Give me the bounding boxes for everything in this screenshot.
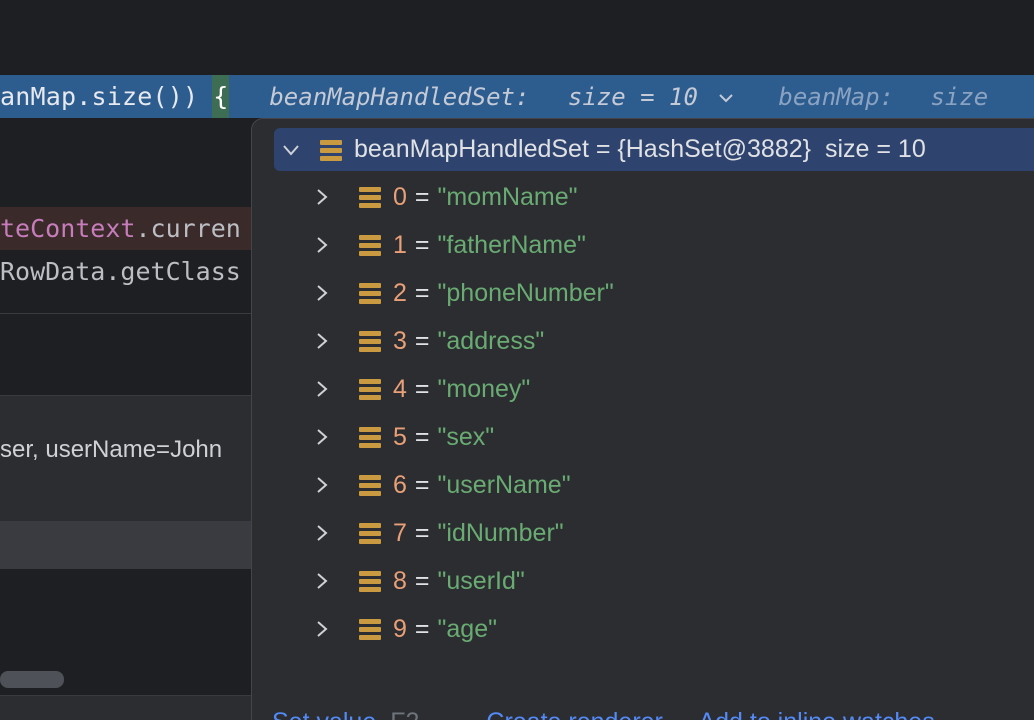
item-value: "userId" bbox=[437, 566, 525, 595]
item-index: 3 bbox=[393, 326, 407, 355]
tree-item-row[interactable]: 1 = "fatherName" bbox=[313, 221, 586, 269]
item-value: "idNumber" bbox=[437, 518, 564, 547]
hint-variable-name: beanMapHandledSet: bbox=[269, 82, 530, 111]
chevron-right-icon[interactable] bbox=[313, 380, 331, 398]
equals-sign: = bbox=[414, 614, 430, 643]
matching-brace: { bbox=[212, 75, 230, 118]
root-size: size = 10 bbox=[824, 135, 926, 163]
tool-panel bbox=[0, 313, 252, 396]
field-icon bbox=[359, 426, 381, 448]
tree-item-row[interactable]: 4 = "money" bbox=[313, 365, 530, 413]
item-value: "fatherName" bbox=[437, 230, 586, 259]
hint-value: size = 10 bbox=[567, 82, 698, 111]
item-value: "phoneNumber" bbox=[437, 278, 614, 307]
equals-sign: = bbox=[414, 470, 430, 499]
chevron-down-icon[interactable] bbox=[282, 141, 300, 159]
code-line: teContext.curren bbox=[0, 207, 252, 251]
chevron-right-icon[interactable] bbox=[313, 524, 331, 542]
hint-value: size bbox=[930, 82, 989, 111]
item-value: "sex" bbox=[437, 422, 495, 451]
field-icon bbox=[359, 522, 381, 544]
item-value: "age" bbox=[437, 614, 497, 643]
execution-point-line: anMap.size()) { beanMapHandledSet: size … bbox=[0, 75, 1034, 118]
chevron-right-icon[interactable] bbox=[313, 332, 331, 350]
field-icon bbox=[359, 186, 381, 208]
shortcut-hint: F2 bbox=[390, 708, 419, 720]
item-value: "userName" bbox=[437, 470, 571, 499]
inline-value-hint[interactable]: beanMap: size bbox=[778, 83, 988, 111]
field-icon bbox=[359, 234, 381, 256]
hint-variable-name: beanMap: bbox=[778, 82, 894, 111]
field-icon bbox=[359, 618, 381, 640]
equals-sign: = bbox=[414, 518, 430, 547]
chevron-right-icon[interactable] bbox=[313, 572, 331, 590]
tree-root-row[interactable]: beanMapHandledSet = {HashSet@3882} size … bbox=[274, 128, 1034, 171]
chevron-right-icon[interactable] bbox=[313, 236, 331, 254]
inline-value-hint[interactable]: beanMapHandledSet: size = 10 bbox=[269, 83, 734, 111]
code-identifier: teContext bbox=[0, 214, 136, 243]
field-icon bbox=[359, 378, 381, 400]
code-text: .curren bbox=[135, 214, 241, 243]
add-inline-watch-link[interactable]: Add to inline watches bbox=[698, 708, 934, 720]
item-index: 1 bbox=[393, 230, 407, 259]
chevron-right-icon[interactable] bbox=[313, 620, 331, 638]
tree-item-row[interactable]: 5 = "sex" bbox=[313, 413, 494, 461]
item-index: 9 bbox=[393, 614, 407, 643]
tree-item-row[interactable]: 2 = "phoneNumber" bbox=[313, 269, 614, 317]
tree-item-row[interactable]: 0 = "momName" bbox=[313, 173, 578, 221]
item-index: 0 bbox=[393, 182, 407, 211]
tree-item-row[interactable]: 3 = "address" bbox=[313, 317, 544, 365]
tree-item-row[interactable]: 6 = "userName" bbox=[313, 461, 571, 509]
horizontal-scrollbar[interactable] bbox=[0, 671, 64, 688]
item-index: 6 bbox=[393, 470, 407, 499]
field-icon bbox=[359, 282, 381, 304]
console-text: ser, userName=John bbox=[0, 436, 223, 463]
equals-sign: = bbox=[414, 566, 430, 595]
field-icon bbox=[359, 330, 381, 352]
item-index: 8 bbox=[393, 566, 407, 595]
item-index: 7 bbox=[393, 518, 407, 547]
equals-sign: = bbox=[414, 422, 430, 451]
popup-footer: Set valueF2 Create renderer Add to inlin… bbox=[272, 708, 965, 720]
item-value: "money" bbox=[437, 374, 531, 403]
item-index: 5 bbox=[393, 422, 407, 451]
equals-sign: = bbox=[414, 374, 430, 403]
item-value: "momName" bbox=[437, 182, 578, 211]
selected-row[interactable] bbox=[0, 521, 252, 569]
create-renderer-link[interactable]: Create renderer bbox=[486, 708, 662, 720]
status-strip bbox=[0, 695, 252, 720]
tree-item-row[interactable]: 9 = "age" bbox=[313, 605, 497, 653]
chevron-right-icon[interactable] bbox=[313, 284, 331, 302]
code-text: anMap.size()) bbox=[0, 82, 199, 111]
equals-sign: = bbox=[414, 326, 430, 355]
field-icon bbox=[359, 570, 381, 592]
tree-item-row[interactable]: 7 = "idNumber" bbox=[313, 509, 564, 557]
chevron-down-icon[interactable] bbox=[718, 91, 734, 105]
field-icon bbox=[320, 139, 342, 161]
tree-item-row[interactable]: 8 = "userId" bbox=[313, 557, 525, 605]
editor-area bbox=[0, 0, 1034, 75]
chevron-right-icon[interactable] bbox=[313, 476, 331, 494]
equals-sign: = bbox=[414, 182, 430, 211]
equals-sign: = bbox=[414, 230, 430, 259]
item-index: 2 bbox=[393, 278, 407, 307]
set-value-link[interactable]: Set valueF2 bbox=[272, 708, 449, 720]
root-label: beanMapHandledSet = {HashSet@3882} bbox=[354, 135, 811, 163]
console-output: ser, userName=John bbox=[0, 395, 252, 521]
code-line: RowData.getClass bbox=[0, 250, 252, 294]
equals-sign: = bbox=[414, 278, 430, 307]
chevron-right-icon[interactable] bbox=[313, 188, 331, 206]
field-icon bbox=[359, 474, 381, 496]
item-index: 4 bbox=[393, 374, 407, 403]
chevron-right-icon[interactable] bbox=[313, 428, 331, 446]
item-value: "address" bbox=[437, 326, 545, 355]
